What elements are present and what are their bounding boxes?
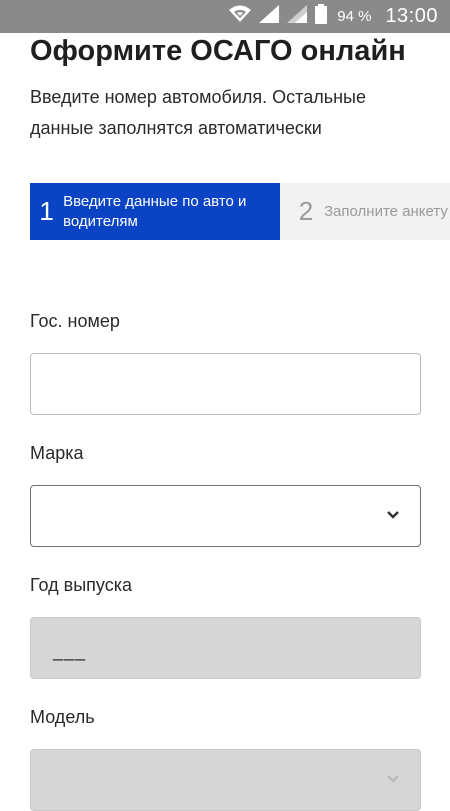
wifi-icon [229,5,252,28]
cell-signal-icon [259,5,280,28]
plate-input[interactable] [31,354,420,414]
battery-icon [315,4,328,29]
year-field: ___ [30,617,421,679]
plate-field[interactable] [30,353,421,415]
brand-select[interactable] [30,485,421,547]
page-title: Оформите ОСАГО онлайн [30,35,406,67]
step-2-label: Заполните анкету [324,202,448,220]
stepper: 1 Введите данные по авто и водителям 2 З… [30,183,450,240]
chevron-down-icon [386,508,400,522]
year-label: Год выпуска [30,575,132,595]
model-select [30,749,421,811]
year-value: ___ [53,641,87,661]
cell-signal-2-icon [287,5,308,28]
step-2[interactable]: 2 Заполните анкету [288,183,448,240]
page-subtitle: Введите номер автомобиля. Остальные данн… [30,87,366,138]
clock: 13:00 [385,5,438,27]
battery-percent: 94 % [337,8,372,25]
step-2-number: 2 [298,196,314,226]
step-1-label: Введите данные по авто и водителям [63,192,247,230]
chevron-down-icon [386,772,400,786]
status-bar: 94 % 13:00 [0,0,450,33]
model-label: Модель [30,707,95,727]
plate-label: Гос. номер [30,311,120,331]
step-1[interactable]: 1 Введите данные по авто и водителям [30,183,280,240]
brand-label: Марка [30,443,84,463]
step-1-number: 1 [39,196,54,226]
